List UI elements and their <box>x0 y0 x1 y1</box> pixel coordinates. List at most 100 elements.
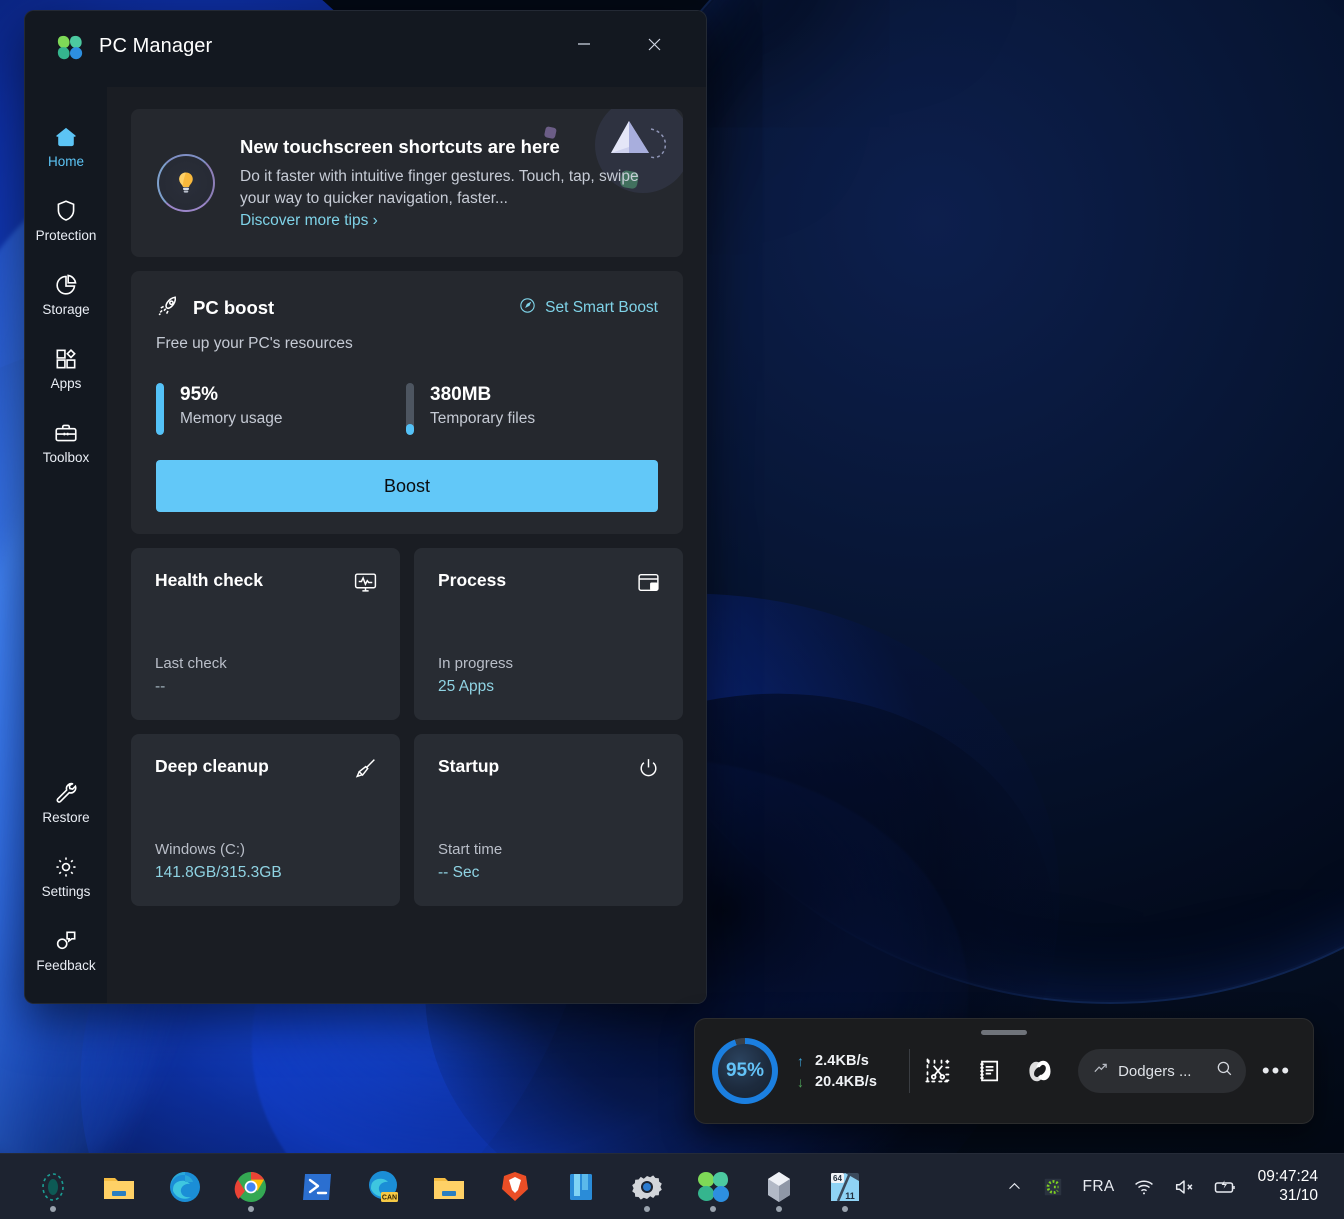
temporary-files-bar <box>406 383 414 435</box>
svg-text:11: 11 <box>845 1191 855 1201</box>
taskbar-settings-app[interactable] <box>614 1158 680 1216</box>
taskbar-start-button[interactable] <box>20 1158 86 1216</box>
tile-title: Deep cleanup <box>155 756 269 777</box>
boost-button[interactable]: Boost <box>156 460 658 512</box>
copilot-icon[interactable] <box>1017 1048 1062 1094</box>
taskbar-edge-canary[interactable]: CAN <box>350 1158 416 1216</box>
sidebar-item-label: Storage <box>42 303 89 317</box>
sidebar-item-label: Feedback <box>36 959 95 973</box>
set-smart-boost-link[interactable]: Set Smart Boost <box>518 296 658 320</box>
taskbar-powershell[interactable] <box>284 1158 350 1216</box>
taskbar-file-explorer[interactable] <box>86 1158 152 1216</box>
network-speed-group: ↑ 2.4KB/s ↓ 20.4KB/s <box>795 1053 889 1090</box>
tile-value: -- <box>155 678 378 696</box>
edge-canary-icon: CAN <box>364 1168 402 1206</box>
brave-browser-icon <box>496 1168 534 1206</box>
tray-language-indicator[interactable]: FRA <box>1075 1164 1121 1210</box>
arrow-down-icon: ↓ <box>795 1074 806 1090</box>
volume-muted-icon[interactable] <box>1166 1164 1202 1210</box>
monitor-pulse-icon <box>353 570 378 595</box>
widget-drag-handle[interactable] <box>981 1030 1027 1035</box>
wrench-icon <box>53 780 79 806</box>
memory-usage-bar <box>156 383 164 435</box>
clock-date: 31/10 <box>1258 1187 1318 1206</box>
tile-startup[interactable]: Startup Start time -- Sec <box>414 734 683 906</box>
snipping-tool-icon[interactable] <box>916 1048 961 1094</box>
sidebar-item-storage[interactable]: Storage <box>25 257 107 331</box>
taskbar-google-chrome[interactable] <box>218 1158 284 1216</box>
taskbar-store-app[interactable] <box>548 1158 614 1216</box>
maps-app-icon: 64 11 <box>826 1168 864 1206</box>
sidebar-item-settings[interactable]: Settings <box>25 839 107 913</box>
close-button[interactable] <box>631 27 677 61</box>
taskbar-virtualbox[interactable] <box>746 1158 812 1216</box>
home-icon <box>53 124 79 150</box>
arrow-up-icon: ↑ <box>795 1053 806 1069</box>
taskbar-app-list: CAN <box>20 1158 878 1216</box>
search-icon[interactable] <box>1215 1059 1234 1083</box>
memory-gauge-value: 95% <box>726 1060 764 1082</box>
taskbar-brave-browser[interactable] <box>482 1158 548 1216</box>
pc-boost-title: PC boost <box>193 297 274 319</box>
tile-title: Process <box>438 570 506 591</box>
tile-subtitle: Windows (C:) <box>155 841 378 858</box>
tile-process[interactable]: Process In progress 25 Apps <box>414 548 683 720</box>
tips-banner[interactable]: New touchscreen shortcuts are here Do it… <box>131 109 683 257</box>
sidebar-item-home[interactable]: Home <box>25 109 107 183</box>
taskbar-clock[interactable]: 09:47:24 31/10 <box>1248 1168 1330 1206</box>
memory-usage-value: 95% <box>180 383 283 407</box>
search-input[interactable]: Dodgers ... <box>1078 1049 1246 1093</box>
wifi-icon[interactable] <box>1126 1164 1162 1210</box>
memory-gauge[interactable]: 95% <box>712 1038 778 1104</box>
temporary-files-label: Temporary files <box>430 410 535 428</box>
widget-more-button[interactable]: ••• <box>1260 1058 1293 1084</box>
pc-manager-window: PC Manager Home <box>24 10 707 1004</box>
trending-up-icon <box>1092 1060 1109 1082</box>
taskbar-file-explorer-2[interactable] <box>416 1158 482 1216</box>
boost-stats: 95% Memory usage 380MB Temporary files <box>156 383 658 435</box>
battery-charging-icon[interactable] <box>1206 1164 1244 1210</box>
sidebar-item-label: Home <box>48 155 84 169</box>
sidebar-item-restore[interactable]: Restore <box>25 765 107 839</box>
tile-subtitle: Start time <box>438 841 661 858</box>
sidebar-item-protection[interactable]: Protection <box>25 183 107 257</box>
sidebar-item-toolbox[interactable]: Toolbox <box>25 405 107 479</box>
tile-deep-cleanup[interactable]: Deep cleanup Windows (C:) 141.8GB/315.3G… <box>131 734 400 906</box>
sidebar-bottom-group: Restore Settings <box>25 765 107 1003</box>
upload-speed-value: 2.4KB/s <box>815 1053 889 1069</box>
tile-health-check[interactable]: Health check Last check -- <box>131 548 400 720</box>
stat-memory-usage: 95% Memory usage <box>156 383 406 435</box>
discover-more-tips-link[interactable]: Discover more tips › <box>240 212 378 230</box>
sidebar-item-apps[interactable]: Apps <box>25 331 107 405</box>
tile-value: 141.8GB/315.3GB <box>155 864 378 882</box>
window-title: PC Manager <box>99 35 212 58</box>
pc-manager-floating-widget[interactable]: 95% ↑ 2.4KB/s ↓ 20.4KB/s <box>694 1018 1314 1124</box>
tile-subtitle: In progress <box>438 655 661 672</box>
taskbar-microsoft-edge[interactable] <box>152 1158 218 1216</box>
tray-ime-icon[interactable] <box>1035 1164 1071 1210</box>
pc-boost-card: PC boost Set Smart Boost Free up your PC… <box>131 271 683 534</box>
main-content: New touchscreen shortcuts are here Do it… <box>107 87 706 1003</box>
window-titlebar: PC Manager <box>25 11 706 87</box>
tile-subtitle: Last check <box>155 655 378 672</box>
sidebar-item-label: Restore <box>42 811 89 825</box>
rocket-icon <box>156 293 181 323</box>
pie-chart-icon <box>53 272 79 298</box>
download-speed-row: ↓ 20.4KB/s <box>795 1074 889 1090</box>
widget-divider <box>909 1049 910 1093</box>
notepad-icon[interactable] <box>967 1048 1012 1094</box>
powershell-icon <box>298 1168 336 1206</box>
window-process-icon <box>636 570 661 595</box>
search-query-text: Dodgers ... <box>1118 1063 1206 1080</box>
tile-title: Startup <box>438 756 499 777</box>
sidebar-item-feedback[interactable]: Feedback <box>25 913 107 987</box>
taskbar-pc-manager[interactable] <box>680 1158 746 1216</box>
minimize-button[interactable] <box>561 27 607 61</box>
file-explorer-icon <box>430 1168 468 1206</box>
power-icon <box>636 756 661 781</box>
feature-tiles-grid: Health check Last check -- <box>131 548 683 906</box>
sidebar-navigation: Home Protection Storage <box>25 87 107 1003</box>
clock-time: 09:47:24 <box>1258 1168 1318 1187</box>
taskbar-maps-app[interactable]: 64 11 <box>812 1158 878 1216</box>
tray-chevron-up-icon[interactable] <box>997 1164 1031 1210</box>
